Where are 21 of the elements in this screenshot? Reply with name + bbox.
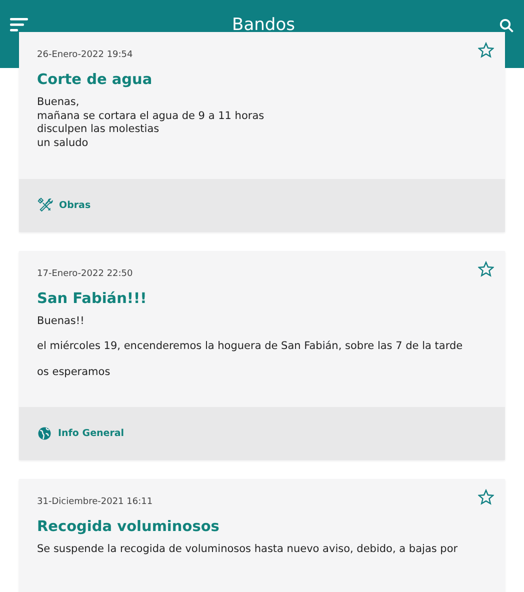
post-text: Buenas!! (37, 314, 86, 328)
category-label: Info General (58, 428, 124, 440)
post-date: 26-Enero-2022 19:54 (37, 50, 134, 60)
post-title: San Fabián!!! (37, 290, 148, 307)
menu-button[interactable] (10, 17, 28, 33)
app-title: Bandos (232, 15, 295, 35)
post-title: Recogida voluminosos (37, 519, 220, 536)
globe-icon (37, 426, 52, 442)
star-button[interactable] (478, 42, 494, 58)
tools-icon (37, 197, 53, 214)
star-button[interactable] (478, 260, 494, 277)
post-text: el miércoles 19, encenderemos la hoguera de San Fabián, sobre las 7 de la tarde (37, 340, 464, 354)
category-label: Obras (59, 200, 91, 211)
post-date: 17-Enero-2022 22:50 (37, 268, 134, 279)
post-text: Se suspende la recogida de voluminosos hasta nuevo aviso, debido, a bajas por (37, 543, 459, 558)
post-text: os esperamos (37, 366, 112, 380)
search-button[interactable] (499, 18, 514, 32)
post-text: Buenas, mañana se cortara el agua de 9 a 11 horas disculpen las molestias un saludo (37, 96, 266, 151)
post-date: 31-Diciembre-2021 16:11 (37, 497, 154, 508)
post-title: Corte de agua (37, 72, 154, 88)
star-button[interactable] (478, 489, 494, 506)
